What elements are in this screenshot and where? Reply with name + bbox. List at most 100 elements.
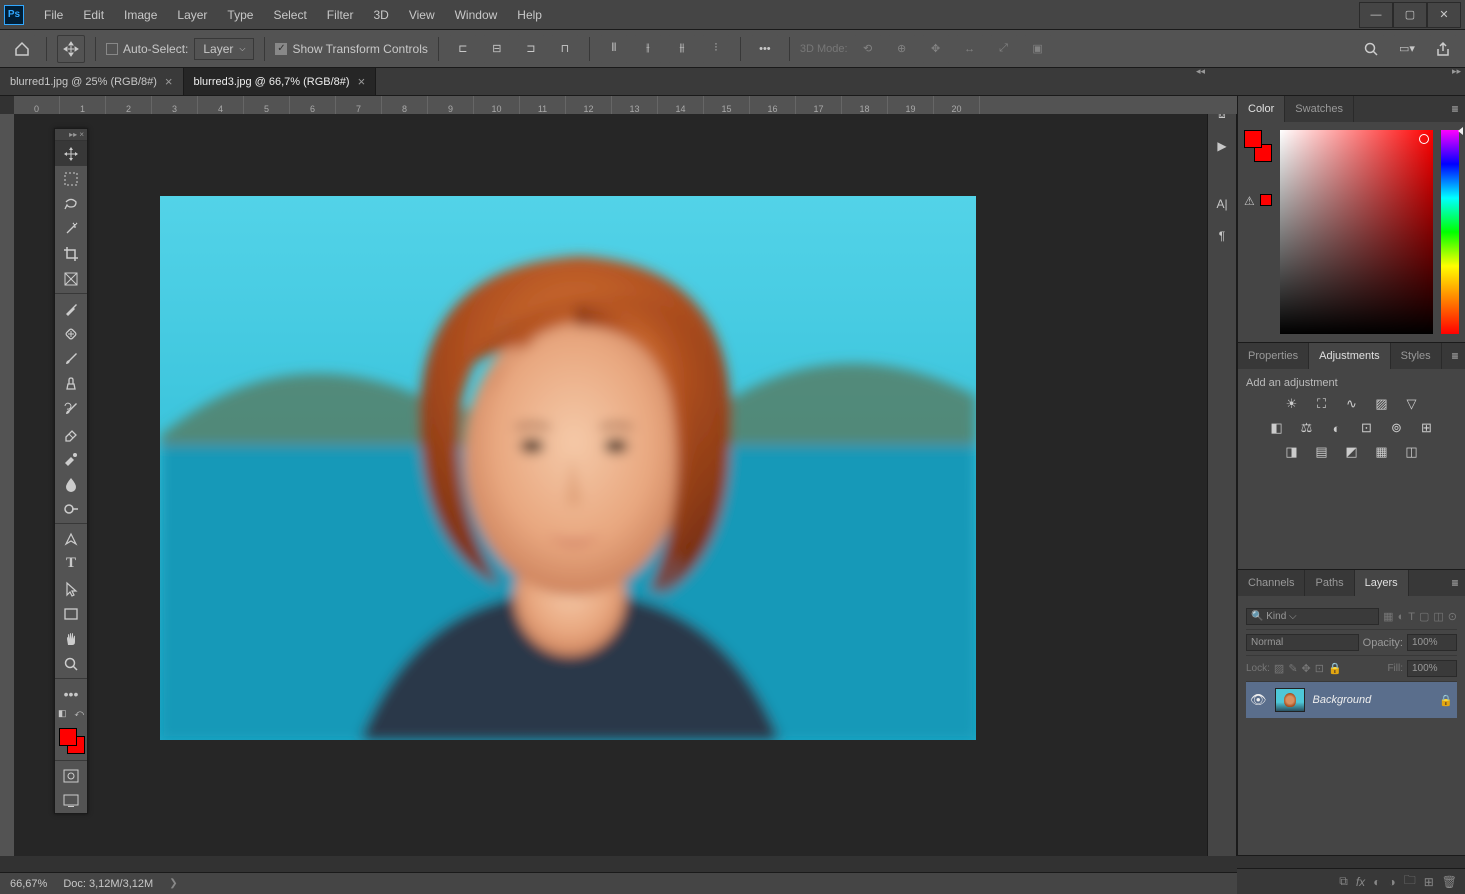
- align-right-icon[interactable]: ⊐: [517, 35, 545, 63]
- zoom-level[interactable]: 66,67%: [10, 878, 47, 890]
- photo-filter-icon[interactable]: ⊡: [1357, 419, 1377, 437]
- tab-paths[interactable]: Paths: [1305, 570, 1354, 596]
- auto-select-checkbox[interactable]: Auto-Select:: [106, 42, 188, 56]
- type-tool[interactable]: T: [55, 551, 87, 576]
- distribute-vcenter-icon[interactable]: ⫲: [634, 35, 662, 63]
- menu-type[interactable]: Type: [217, 2, 263, 28]
- filter-adjustment-icon[interactable]: ◐: [1398, 611, 1405, 623]
- lock-image-icon[interactable]: ✎: [1288, 662, 1297, 675]
- foreground-color-swatch[interactable]: [59, 728, 77, 746]
- collapse-dock-left-icon[interactable]: ◂◂: [1196, 66, 1205, 77]
- window-minimize-button[interactable]: —: [1359, 2, 1393, 28]
- exposure-icon[interactable]: ▨: [1372, 395, 1392, 413]
- hue-slider[interactable]: [1441, 130, 1459, 334]
- document-tab[interactable]: blurred1.jpg @ 25% (RGB/8#)×: [0, 68, 184, 95]
- menu-edit[interactable]: Edit: [73, 2, 114, 28]
- layer-style-icon[interactable]: fx: [1356, 875, 1365, 889]
- tab-adjustments[interactable]: Adjustments: [1309, 343, 1391, 369]
- layer-row[interactable]: 👁 Background 🔒: [1246, 682, 1457, 718]
- posterize-icon[interactable]: ▤: [1312, 443, 1332, 461]
- filter-toggle-icon[interactable]: ⊙: [1448, 610, 1457, 623]
- healing-brush-tool[interactable]: [55, 321, 87, 346]
- distribute-bottom-icon[interactable]: ⫵: [668, 35, 696, 63]
- default-colors-icon[interactable]: ◧⤺: [55, 706, 87, 720]
- move-tool-icon[interactable]: [57, 35, 85, 63]
- lasso-tool[interactable]: [55, 191, 87, 216]
- gamut-warning-icon[interactable]: ⚠: [1244, 194, 1255, 208]
- window-maximize-button[interactable]: ▢: [1393, 2, 1427, 28]
- distribute-left-icon[interactable]: ⫶: [702, 35, 730, 63]
- opacity-input[interactable]: 100%: [1407, 634, 1457, 651]
- menu-3d[interactable]: 3D: [363, 2, 398, 28]
- brightness-contrast-icon[interactable]: ☀: [1282, 395, 1302, 413]
- history-brush-tool[interactable]: [55, 396, 87, 421]
- eraser-tool[interactable]: [55, 421, 87, 446]
- layer-visibility-icon[interactable]: 👁: [1250, 692, 1267, 708]
- distribute-top-icon[interactable]: ⫴: [600, 35, 628, 63]
- brush-tool[interactable]: [55, 346, 87, 371]
- toolbox-header[interactable]: ▸▸ ×: [55, 129, 87, 141]
- clone-stamp-tool[interactable]: [55, 371, 87, 396]
- gradient-map-icon[interactable]: ▦: [1372, 443, 1392, 461]
- filter-shape-icon[interactable]: ▢: [1419, 610, 1429, 623]
- actions-panel-icon[interactable]: ▶: [1212, 136, 1232, 156]
- panel-menu-icon[interactable]: ≡: [1445, 343, 1465, 369]
- blend-mode-dropdown[interactable]: Normal: [1246, 634, 1359, 651]
- menu-view[interactable]: View: [399, 2, 445, 28]
- filter-type-icon[interactable]: T: [1408, 611, 1415, 623]
- gradient-tool[interactable]: [55, 446, 87, 471]
- tab-color[interactable]: Color: [1238, 96, 1285, 122]
- character-panel-icon[interactable]: A|: [1212, 194, 1232, 214]
- lock-position-icon[interactable]: ✥: [1302, 662, 1311, 675]
- hue-cursor[interactable]: [1458, 127, 1463, 135]
- screen-mode-tool[interactable]: [55, 788, 87, 813]
- blur-tool[interactable]: [55, 471, 87, 496]
- more-options-icon[interactable]: •••: [751, 35, 779, 63]
- layer-thumbnail[interactable]: [1275, 688, 1305, 712]
- foreground-color[interactable]: [1244, 130, 1262, 148]
- edit-toolbar-icon[interactable]: •••: [55, 678, 87, 706]
- color-balance-icon[interactable]: ⚖: [1297, 419, 1317, 437]
- search-icon[interactable]: [1357, 35, 1385, 63]
- align-top-icon[interactable]: ⊓: [551, 35, 579, 63]
- new-layer-icon[interactable]: ⊞: [1424, 875, 1434, 889]
- align-center-h-icon[interactable]: ⊟: [483, 35, 511, 63]
- color-lookup-icon[interactable]: ⊞: [1417, 419, 1437, 437]
- saturation-brightness-field[interactable]: [1280, 130, 1433, 334]
- foreground-background-colors[interactable]: [55, 724, 87, 756]
- status-flyout-icon[interactable]: ❯: [169, 878, 177, 889]
- magic-wand-tool[interactable]: [55, 216, 87, 241]
- menu-layer[interactable]: Layer: [167, 2, 217, 28]
- ruler-horizontal[interactable]: 01234567891011121314151617181920: [14, 96, 1237, 114]
- auto-select-target-dropdown[interactable]: Layer⌵: [194, 38, 254, 60]
- layer-filter-kind-dropdown[interactable]: 🔍 Kind ⌵: [1246, 608, 1379, 625]
- layer-group-icon[interactable]: 🗀: [1404, 871, 1416, 892]
- show-transform-checkbox[interactable]: ✓Show Transform Controls: [275, 42, 427, 56]
- zoom-tool[interactable]: [55, 651, 87, 676]
- color-panel-swatches[interactable]: [1244, 130, 1272, 170]
- paragraph-panel-icon[interactable]: ¶: [1212, 226, 1232, 246]
- lock-artboard-icon[interactable]: ⊡: [1315, 662, 1324, 675]
- menu-window[interactable]: Window: [445, 2, 508, 28]
- path-selection-tool[interactable]: [55, 576, 87, 601]
- menu-help[interactable]: Help: [507, 2, 552, 28]
- ruler-vertical[interactable]: 101234567891011: [0, 114, 14, 856]
- invert-icon[interactable]: ◨: [1282, 443, 1302, 461]
- frame-tool[interactable]: [55, 266, 87, 291]
- hue-saturation-icon[interactable]: ◧: [1267, 419, 1287, 437]
- menu-file[interactable]: File: [34, 2, 73, 28]
- menu-select[interactable]: Select: [263, 2, 316, 28]
- share-icon[interactable]: [1429, 35, 1457, 63]
- align-left-icon[interactable]: ⊏: [449, 35, 477, 63]
- tab-styles[interactable]: Styles: [1391, 343, 1442, 369]
- collapse-dock-right-icon[interactable]: ▸▸: [1452, 66, 1461, 77]
- window-close-button[interactable]: ✕: [1427, 2, 1461, 28]
- dodge-tool[interactable]: [55, 496, 87, 521]
- quick-mask-tool[interactable]: [55, 760, 87, 788]
- document-tab[interactable]: blurred3.jpg @ 66,7% (RGB/8#)×: [184, 68, 377, 95]
- curves-icon[interactable]: ∿: [1342, 395, 1362, 413]
- document-size[interactable]: Doc: 3,12M/3,12M: [63, 878, 153, 890]
- black-white-icon[interactable]: ◐: [1327, 419, 1347, 437]
- vibrance-icon[interactable]: ▽: [1402, 395, 1422, 413]
- layer-mask-icon[interactable]: ◐: [1373, 875, 1380, 889]
